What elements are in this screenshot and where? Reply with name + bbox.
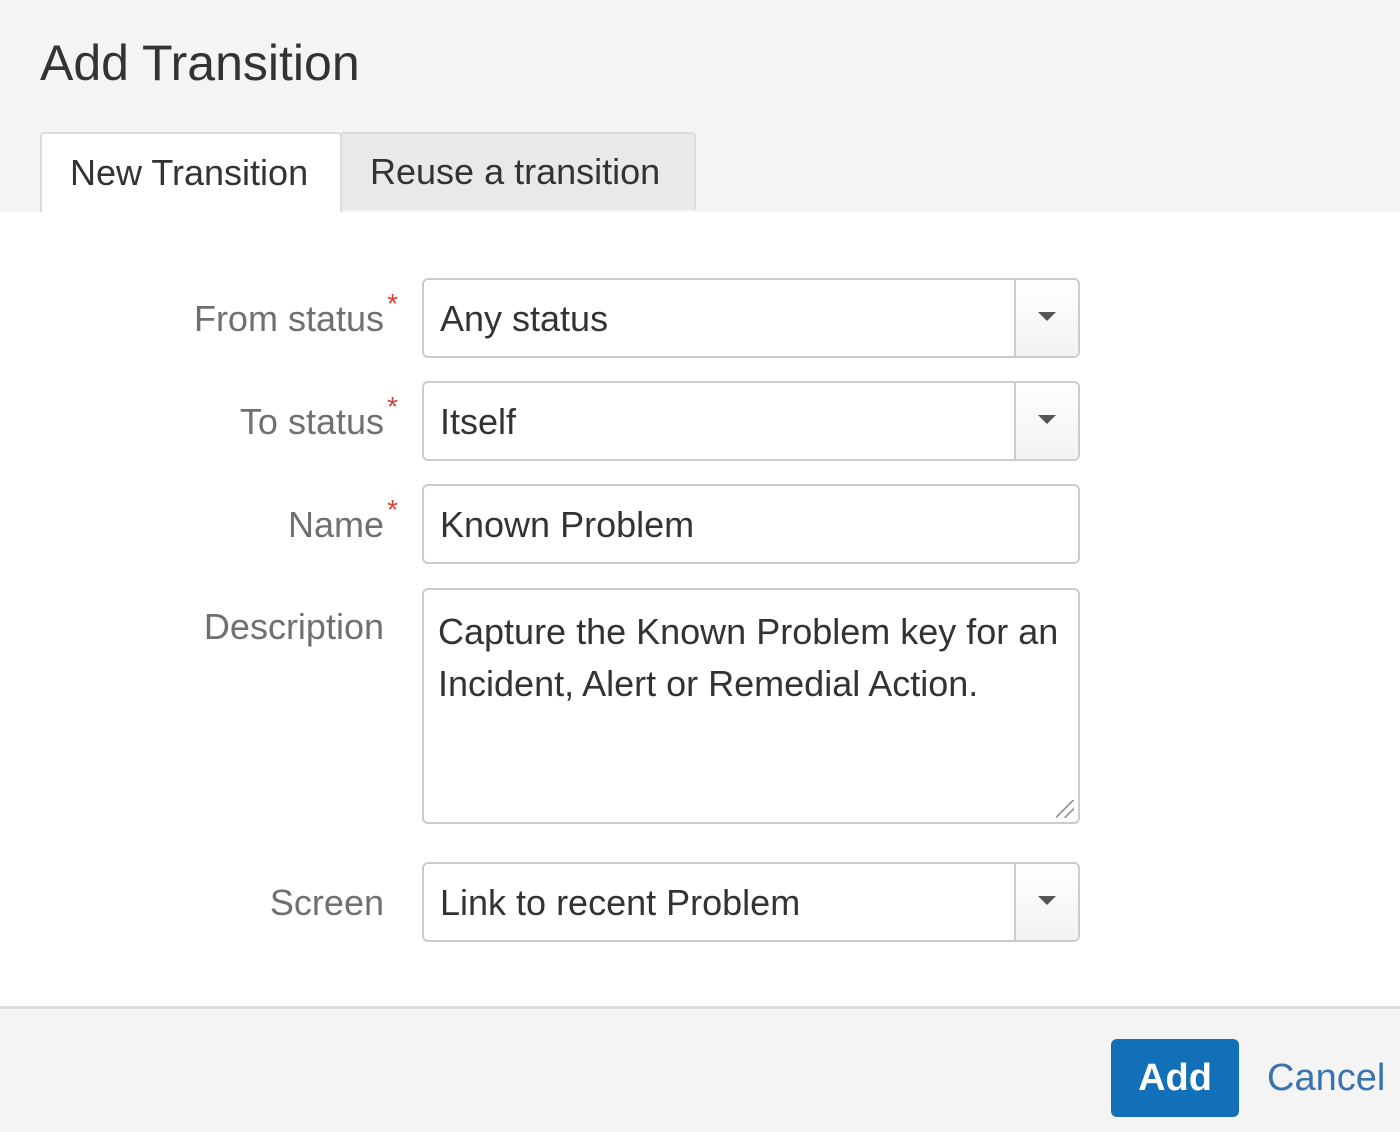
resize-handle-icon[interactable] [1056,800,1074,818]
tab-bar: New Transition Reuse a transition [40,132,696,212]
name-value: Known Problem [440,504,695,545]
from-status-label: From status * [193,288,398,339]
cancel-link[interactable]: Cancel [1267,1057,1385,1100]
chevron-down-icon[interactable] [1014,383,1078,459]
name-label: Name * [287,494,398,545]
from-status-value: Any status [440,298,609,339]
chevron-down-icon[interactable] [1014,280,1078,356]
tab-new-transition[interactable]: New Transition [40,132,342,212]
to-status-select[interactable]: Itself [422,381,1080,461]
screen-select[interactable]: Link to recent Problem [422,862,1080,942]
required-marker: * [387,288,398,319]
description-textarea[interactable]: Capture the Known Problem key for an Inc… [422,588,1080,824]
dialog-title: Add Transition [40,35,360,91]
screen-label: Screen [269,882,384,923]
to-status-value: Itself [440,401,517,442]
add-button[interactable]: Add [1111,1039,1239,1117]
description-label: Description [203,606,384,647]
dialog-header: Add Transition New Transition Reuse a tr… [0,0,1400,212]
chevron-down-icon[interactable] [1014,864,1078,940]
name-input[interactable]: Known Problem [422,484,1080,564]
screen-value: Link to recent Problem [440,882,801,923]
required-marker: * [387,494,398,525]
required-marker: * [387,391,398,422]
description-value: Capture the Known Problem key for an Inc… [438,611,1059,704]
dialog-body: From status * Any status To status * Itsel… [0,212,1400,1009]
tab-reuse-transition[interactable]: Reuse a transition [340,132,696,210]
dialog-footer: Add Cancel [0,1009,1400,1132]
from-status-select[interactable]: Any status [422,278,1080,358]
to-status-label: To status * [239,391,398,442]
